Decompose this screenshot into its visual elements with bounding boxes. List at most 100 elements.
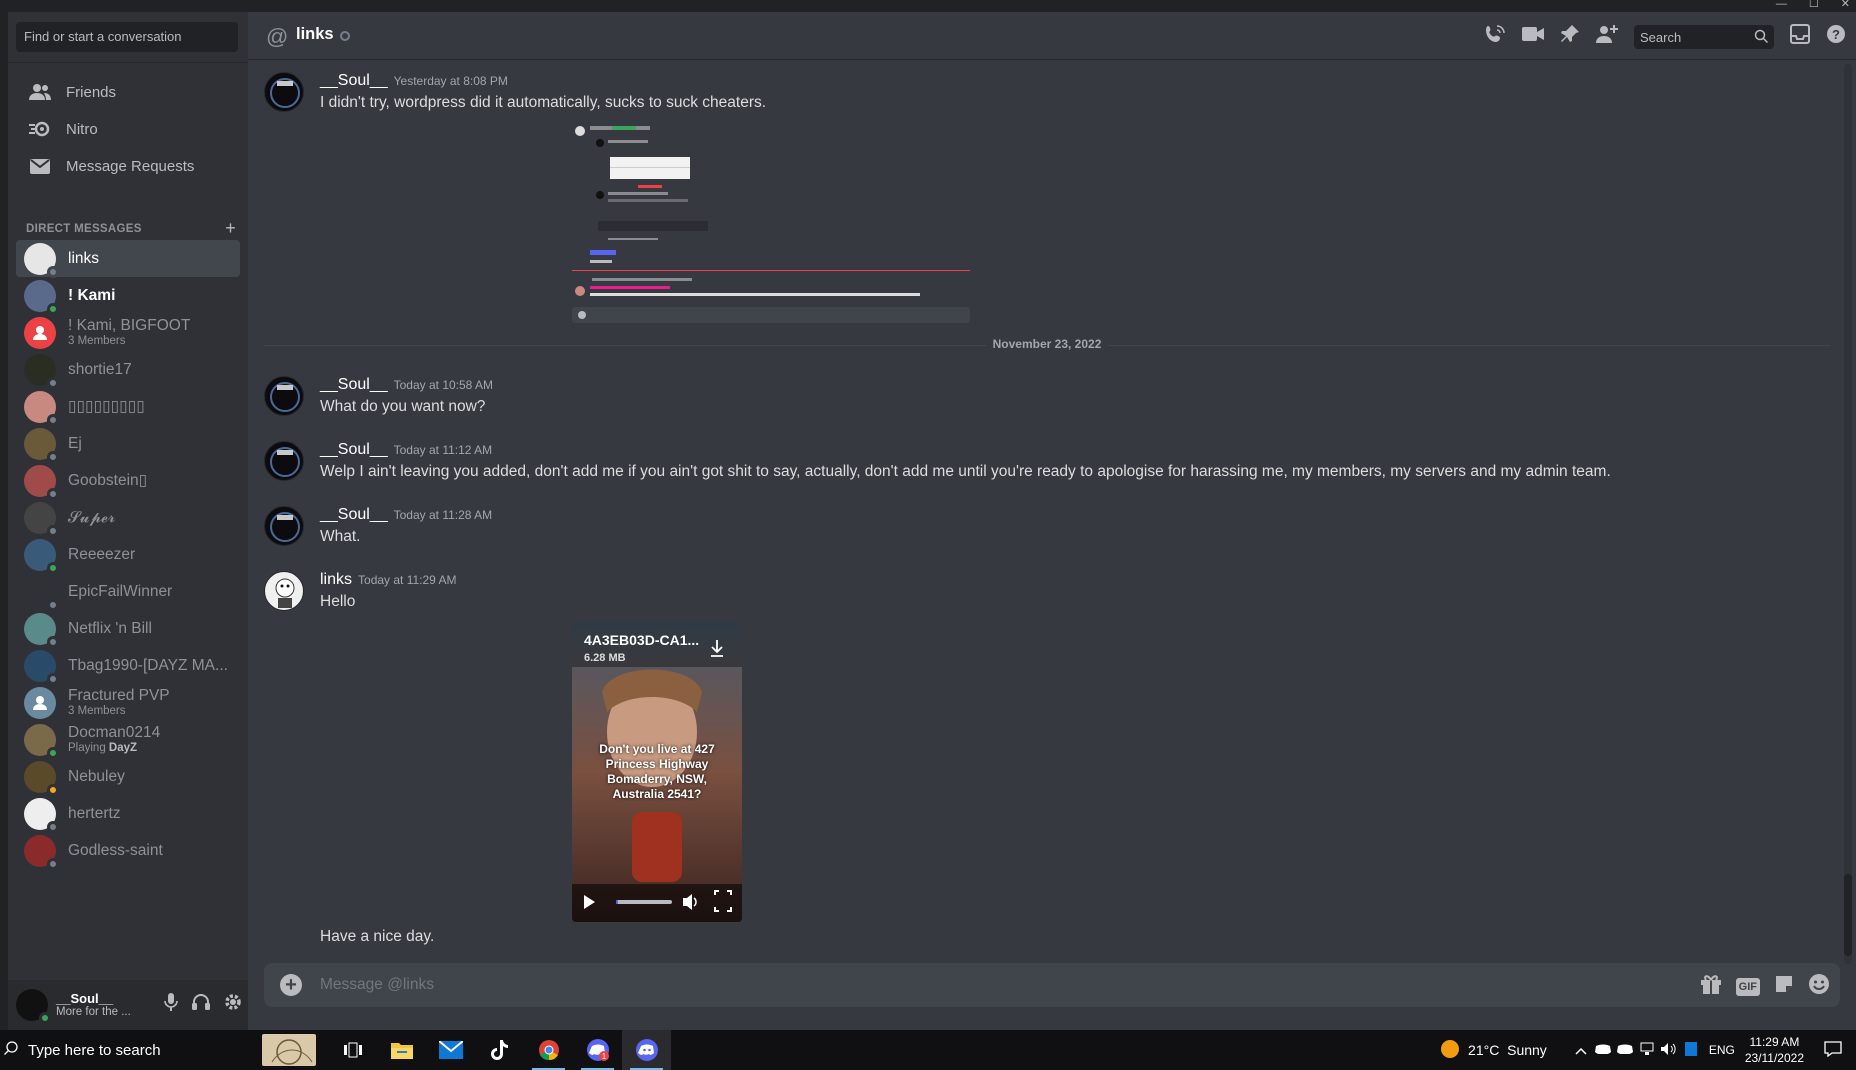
dm-name: Nebuley [68, 767, 125, 785]
message-timestamp: Today at 11:29 AM [358, 573, 457, 587]
dm-name: Reeeezer [68, 545, 136, 563]
gift-icon[interactable] [1700, 974, 1722, 999]
video-call-icon[interactable] [1522, 26, 1544, 47]
avatar [24, 501, 59, 537]
nav-label: Friends [66, 83, 117, 101]
message-timestamp: Today at 10:58 AM [393, 378, 494, 392]
network-icon[interactable] [1639, 1042, 1655, 1059]
screenshot-attachment[interactable] [572, 123, 970, 328]
message-author[interactable]: __Soul__ [320, 441, 388, 458]
gif-button[interactable]: GIF [1735, 977, 1760, 996]
video-progress-bar[interactable] [616, 900, 618, 904]
avatar [24, 797, 59, 833]
add-friends-to-dm-icon[interactable] [1596, 24, 1618, 49]
mail-icon[interactable] [426, 1030, 475, 1070]
pinned-messages-icon[interactable] [1560, 24, 1580, 49]
scrollbar[interactable] [1844, 64, 1852, 964]
dm-item[interactable]: Fractured PVP 3 Members [16, 684, 240, 721]
find-conversation-button[interactable]: Find or start a conversation [16, 22, 238, 52]
avatar[interactable] [264, 571, 304, 611]
dm-item[interactable]: Netflix 'n Bill [16, 610, 240, 648]
volume-icon[interactable] [1660, 1042, 1677, 1059]
settings-gear-icon[interactable] [224, 993, 242, 1016]
defender-icon[interactable] [1684, 1041, 1697, 1059]
nav-nitro[interactable]: Nitro [16, 109, 240, 149]
search-input[interactable]: Search [1634, 24, 1774, 49]
chrome-icon[interactable] [524, 1030, 573, 1070]
group-icon [33, 325, 47, 340]
play-button[interactable] [578, 888, 606, 916]
message-input[interactable]: Message @links [320, 976, 434, 994]
create-dm-button[interactable]: + [225, 218, 236, 239]
system-tray: 21°C Sunny ENG 11:29 AM 23/11/2022 [1440, 1030, 1856, 1070]
nav-label: Message Requests [66, 157, 195, 175]
custom-status: More for the ... [56, 1006, 131, 1018]
download-icon[interactable] [708, 636, 730, 660]
weather-text[interactable]: 21°C Sunny [1468, 1042, 1547, 1058]
avatar [24, 834, 59, 870]
taskbar-search[interactable]: Type here to search [0, 1030, 316, 1070]
avatar[interactable] [16, 989, 51, 1024]
fullscreen-icon[interactable] [712, 888, 734, 916]
channel-header: @ links Search ? [248, 12, 1856, 60]
discord-window: — ☐ ✕ Find or start a conversation Frien… [0, 0, 1856, 1030]
dm-item[interactable]: hertertz [16, 795, 240, 833]
message-author[interactable]: __Soul__ [320, 376, 388, 393]
status-indicator [47, 524, 59, 537]
voice-call-icon[interactable] [1484, 24, 1506, 49]
dm-item[interactable]: ! Kami [16, 277, 240, 315]
microphone-icon[interactable] [164, 993, 178, 1016]
emoji-icon[interactable] [1808, 973, 1830, 1000]
dm-item[interactable]: links [16, 240, 240, 278]
headphones-icon[interactable] [192, 993, 210, 1016]
chevron-up-icon[interactable] [1575, 1042, 1587, 1058]
help-icon[interactable]: ? [1826, 24, 1846, 49]
message-author[interactable]: __Soul__ [320, 72, 388, 89]
notifications-icon[interactable] [1824, 1040, 1842, 1060]
avatar[interactable] [264, 441, 304, 481]
task-view-icon[interactable] [328, 1030, 377, 1070]
volume-icon[interactable] [680, 888, 702, 916]
scrollbar-thumb[interactable] [1844, 874, 1852, 956]
avatar[interactable] [264, 506, 304, 546]
avatar[interactable] [264, 376, 304, 416]
discord-tray-icon[interactable] [1594, 1042, 1611, 1058]
nav-message-requests[interactable]: Message Requests [16, 146, 240, 186]
dm-item[interactable]: 𝓢𝓾𝓹𝓮𝓻 [16, 499, 240, 537]
envelope-icon [28, 154, 52, 178]
direct-messages-header: DIRECT MESSAGES + [26, 218, 236, 239]
dm-item[interactable]: EpicFailWinner [16, 573, 240, 611]
discord-ptb-icon[interactable]: 1 [573, 1030, 622, 1070]
dm-item[interactable]: ! Kami, BIGFOOT 3 Members [16, 314, 240, 351]
dm-item[interactable]: Docman0214 Playing DayZ [16, 721, 240, 759]
minimize-button[interactable]: — [1776, 0, 1787, 12]
sticker-icon[interactable] [1774, 974, 1794, 999]
dm-subtext: 3 Members [68, 335, 126, 347]
video-attachment[interactable]: 4A3EB03D-CA1... 6.28 MB Don't you live a… [572, 622, 742, 922]
file-explorer-icon[interactable] [377, 1030, 426, 1070]
language-indicator[interactable]: ENG [1709, 1043, 1735, 1057]
nav-friends[interactable]: Friends [16, 72, 240, 112]
dm-item[interactable]: Tbag1990-[DAYZ MA... [16, 647, 240, 685]
dm-list: links! Kami! Kami, BIGFOOT 3 Members short… [16, 240, 240, 870]
message-text: I didn't try, wordpress did it automatic… [320, 94, 767, 111]
dm-item[interactable]: ▯▯▯▯▯▯▯▯▯ [16, 388, 240, 426]
close-button[interactable]: ✕ [1841, 0, 1850, 12]
message-author[interactable]: __Soul__ [320, 506, 388, 523]
upload-plus-button[interactable]: + [280, 974, 302, 996]
dm-item[interactable]: Ej [16, 425, 240, 463]
maximize-button[interactable]: ☐ [1809, 0, 1819, 12]
avatar[interactable] [264, 72, 304, 112]
clock[interactable]: 11:29 AM 23/11/2022 [1745, 1034, 1804, 1066]
dm-item[interactable]: shortie17 [16, 351, 240, 389]
dm-item[interactable]: Reeeezer [16, 536, 240, 574]
discord-tray-icon-2[interactable] [1616, 1042, 1633, 1058]
dm-item[interactable]: Goobstein▯ [16, 462, 240, 500]
dm-item[interactable]: Nebuley [16, 758, 240, 796]
tiktok-icon[interactable] [475, 1030, 524, 1070]
message-author[interactable]: links [320, 571, 352, 588]
inbox-icon[interactable] [1790, 24, 1810, 49]
status-indicator [47, 302, 59, 315]
dm-item[interactable]: Godless-saint [16, 832, 240, 870]
discord-icon[interactable] [622, 1030, 671, 1070]
